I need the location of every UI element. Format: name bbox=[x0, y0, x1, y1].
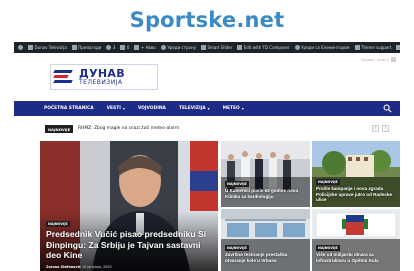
admin-bar: Dunav Televizija Прилагоди 3 0 + Ново Уреди с… bbox=[14, 42, 400, 53]
slider-icon bbox=[200, 45, 206, 50]
featured-tile-3[interactable]: NAJNOVIJE Završno testiranje prestaška o… bbox=[221, 209, 310, 271]
chevron-down-icon: ▾ bbox=[207, 106, 210, 111]
category-badge[interactable]: NAJNOVIJE bbox=[46, 221, 70, 227]
featured-tile-2[interactable]: NAJNOVIJE Prošle kampanje i nova zgrada … bbox=[312, 141, 400, 207]
admin-bar-item[interactable]: Smart Slider bbox=[200, 45, 233, 50]
avatar bbox=[391, 57, 396, 62]
home-icon bbox=[28, 45, 33, 50]
featured-grid: NAJNOVIJE Predsednik Vučić pisao predsed… bbox=[40, 141, 400, 271]
news-ticker: NAJNOVIJE RHMZ: Zbog magle na snazi žuti… bbox=[14, 116, 400, 141]
nav-item-label: METEO bbox=[222, 106, 240, 111]
author-name[interactable]: Zorana Stefanovic bbox=[46, 265, 81, 269]
nav-item-vesti[interactable]: VESTI ▾ bbox=[107, 106, 125, 111]
nav-item-vojvodina[interactable]: VOJVODINA bbox=[138, 106, 166, 111]
admin-bar-item[interactable] bbox=[18, 45, 23, 50]
ticker-prev-button[interactable]: ‹ bbox=[372, 125, 379, 132]
admin-bar-label: + Ново bbox=[140, 45, 156, 50]
nav-item-label: POČETNA STRANICA bbox=[44, 106, 94, 111]
plus-icon bbox=[134, 45, 140, 50]
ticker-headline[interactable]: RHMZ: Zbog magle na snazi žuti meteo-ala… bbox=[78, 126, 179, 131]
nav-item-label: TELEVIZIJA bbox=[178, 106, 206, 111]
wordpress-icon bbox=[18, 45, 23, 50]
site-logo[interactable]: ДУНАВ ТЕЛЕВИЗИЈА bbox=[50, 64, 158, 90]
logo-title: ДУНАВ bbox=[79, 67, 125, 80]
admin-bar-label: Smart Slider bbox=[207, 45, 233, 50]
publish-date: 15 јануара, 2020 bbox=[81, 265, 112, 269]
nav-item-početna-stranica[interactable]: POČETNA STRANICA bbox=[44, 106, 94, 111]
featured-main-meta: Zorana Stefanovic 15 јануара, 2020 bbox=[46, 265, 112, 269]
admin-bar-item[interactable]: 3 bbox=[106, 45, 115, 50]
site-header: ДУНАВ ТЕЛЕВИЗИЈА Здраво, Админ bbox=[14, 53, 400, 101]
ticker-badge: NAJNOVIJE bbox=[45, 125, 74, 133]
admin-bar-item[interactable]: Прилагоди bbox=[71, 45, 102, 50]
admin-bar-label: Прилагоди bbox=[78, 45, 102, 50]
admin-bar-item[interactable]: Dunav Televizija bbox=[28, 45, 67, 50]
customize-icon bbox=[71, 45, 77, 50]
comments-icon bbox=[120, 45, 126, 50]
admin-bar-item[interactable]: + Ново bbox=[134, 45, 156, 50]
edit-icon bbox=[160, 45, 166, 50]
chevron-down-icon: ▾ bbox=[122, 106, 125, 111]
elementor-icon bbox=[294, 45, 300, 50]
category-badge[interactable]: NAJNOVIJE bbox=[316, 179, 340, 185]
admin-bar-label: Theme support bbox=[361, 45, 392, 50]
admin-bar-item[interactable]: Уреди страну bbox=[160, 45, 196, 50]
nav-item-label: VOJVODINA bbox=[137, 106, 166, 111]
css-icon bbox=[396, 45, 400, 50]
admin-bar-item[interactable]: Edit with TD Composer bbox=[237, 45, 290, 50]
admin-bar-item[interactable]: Live CSS bbox=[396, 45, 400, 50]
support-icon bbox=[354, 45, 360, 50]
logo-subtitle: ТЕЛЕВИЗИЈА bbox=[79, 79, 123, 86]
admin-bar-label: 0 bbox=[126, 45, 130, 50]
composer-icon bbox=[237, 45, 243, 50]
admin-bar-label: Dunav Televizija bbox=[34, 45, 67, 50]
search-icon[interactable] bbox=[383, 104, 392, 113]
chevron-down-icon: ▾ bbox=[241, 106, 244, 111]
admin-bar-item[interactable]: Уреди са Елементором bbox=[294, 45, 350, 50]
updates-icon bbox=[106, 45, 112, 50]
featured-tile-4[interactable]: NAJNOVIJE Više od milijardu dinara za in… bbox=[312, 209, 400, 271]
admin-bar-item[interactable]: Theme support bbox=[354, 45, 392, 50]
featured-main-article[interactable]: NAJNOVIJE Predsednik Vučić pisao predsed… bbox=[40, 141, 218, 271]
logo-mark-icon bbox=[53, 66, 76, 88]
ticker-next-button[interactable]: › bbox=[382, 125, 389, 132]
user-menu[interactable]: Здраво, Админ bbox=[361, 57, 396, 62]
nav-item-label: VESTI bbox=[106, 106, 121, 111]
nav-item-meteo[interactable]: METEO ▾ bbox=[223, 106, 244, 111]
category-badge[interactable]: NAJNOVIJE bbox=[225, 181, 249, 187]
category-badge[interactable]: NAJNOVIJE bbox=[316, 245, 340, 251]
admin-bar-label: Уреди са Елементором bbox=[301, 45, 350, 50]
admin-bar-label: Уреди страну bbox=[167, 45, 196, 50]
tile-4-title[interactable]: Više od milijardu dinara za infrastruktu… bbox=[316, 252, 398, 263]
featured-tile-1[interactable]: NAJNOVIJE U Kamenici posle 63 godine nov… bbox=[221, 141, 310, 207]
admin-bar-item[interactable]: 0 bbox=[120, 45, 129, 50]
tile-2-title[interactable]: Prošle kampanje i nova zgrada Policijske… bbox=[316, 186, 398, 203]
nav-item-televizija[interactable]: TELEVIZIJA ▾ bbox=[179, 106, 210, 111]
tile-1-title[interactable]: U Kamenici posle 63 godine nova Klinika … bbox=[225, 188, 307, 199]
user-greeting: Здраво, Админ bbox=[360, 57, 389, 62]
site-title: Sportske.net bbox=[129, 8, 285, 32]
admin-bar-label: Edit with TD Composer bbox=[243, 45, 290, 50]
featured-main-title[interactable]: Predsednik Vučić pisao predsedniku Si Đi… bbox=[46, 229, 212, 261]
main-navigation: POČETNA STRANICA VESTI ▾ VOJVODINA TELEVIZIJ… bbox=[14, 101, 400, 116]
tile-3-title[interactable]: Završno testiranje prestaška otvaranje k… bbox=[225, 252, 307, 263]
admin-bar-label: 3 bbox=[112, 45, 116, 50]
category-badge[interactable]: NAJNOVIJE bbox=[225, 245, 249, 251]
